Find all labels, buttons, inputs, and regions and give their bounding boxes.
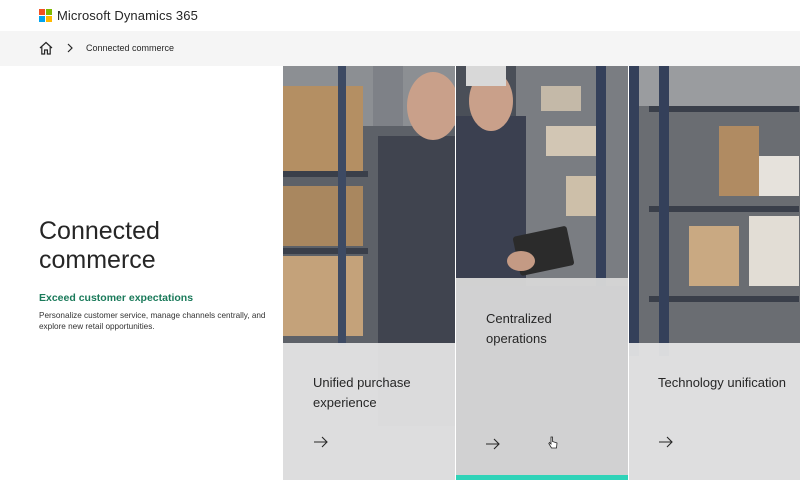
card-technology-unification[interactable]: Technology unification bbox=[629, 343, 800, 480]
panel-centralized-operations[interactable]: Centralized operations bbox=[456, 66, 628, 480]
hero-description: Personalize customer service, manage cha… bbox=[39, 311, 266, 331]
hero-subheading: Exceed customer expectations bbox=[39, 292, 194, 304]
arrow-right-icon[interactable] bbox=[658, 436, 674, 448]
arrow-right-icon[interactable] bbox=[313, 436, 329, 448]
hero-section: Connected commerce Exceed customer expec… bbox=[0, 66, 283, 480]
brand-name: Microsoft Dynamics 365 bbox=[57, 8, 198, 23]
hand-cursor-icon bbox=[548, 436, 558, 449]
panel-technology-unification[interactable]: Technology unification bbox=[629, 66, 800, 480]
home-icon[interactable] bbox=[38, 40, 54, 56]
card-unified-purchase[interactable]: Unified purchase experience bbox=[283, 343, 455, 480]
card-centralized-operations[interactable]: Centralized operations bbox=[456, 278, 628, 480]
panel-unified-purchase[interactable]: Unified purchase experience bbox=[283, 66, 455, 480]
microsoft-logo-icon bbox=[39, 9, 52, 22]
breadcrumb: Connected commerce bbox=[0, 31, 800, 66]
chevron-right-icon bbox=[67, 43, 73, 53]
arrow-right-icon[interactable] bbox=[485, 438, 501, 450]
breadcrumb-current: Connected commerce bbox=[86, 43, 175, 53]
card-title: Technology unification bbox=[658, 375, 786, 390]
page-title: Connected commerce bbox=[39, 217, 160, 274]
brand-link[interactable]: Microsoft Dynamics 365 bbox=[39, 8, 198, 23]
card-title: Centralized operations bbox=[486, 311, 552, 346]
top-navigation-bar: Microsoft Dynamics 365 bbox=[0, 0, 800, 31]
active-accent-bar bbox=[456, 475, 628, 480]
card-title: Unified purchase experience bbox=[313, 375, 411, 410]
